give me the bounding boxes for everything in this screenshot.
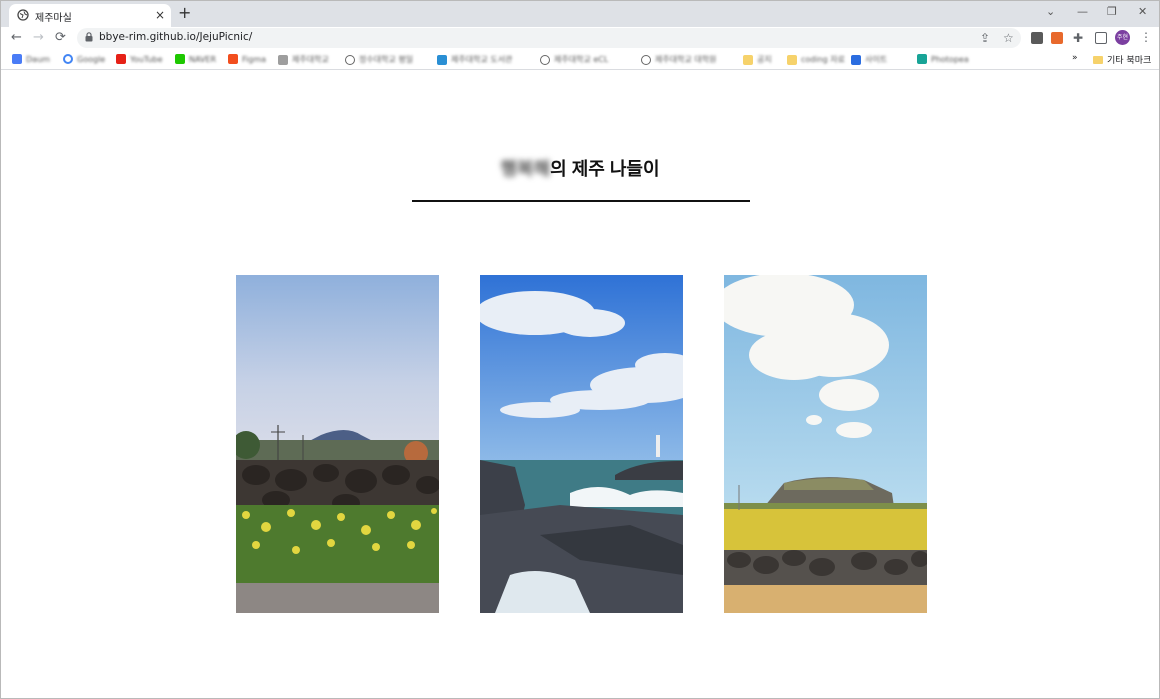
globe-icon (17, 9, 29, 21)
share-icon[interactable]: ⇪ (980, 31, 990, 45)
naver-icon (175, 54, 185, 64)
photo-rapeseed-field[interactable] (236, 275, 439, 613)
bookmark-naver[interactable]: NAVER (175, 54, 216, 64)
tab-close-icon[interactable]: × (155, 7, 165, 23)
reload-icon[interactable]: ⟳ (55, 30, 66, 46)
active-tab[interactable]: 제주마실 × (9, 4, 171, 27)
forward-arrow-icon[interactable]: → (33, 30, 44, 46)
restore-button[interactable]: ❐ (1107, 5, 1117, 19)
bookmark-ecl[interactable]: 제주대학교 eCL (540, 54, 608, 65)
bookmark-google[interactable]: Google (63, 54, 105, 64)
browser-window: 제주마실 × + ⌄ — ❐ ✕ ← → ⟳ bbye-rim.github.i… (0, 0, 1160, 699)
tab-search-icon[interactable]: ⌄ (1046, 5, 1055, 19)
page-content: 행복해의 제주 나들이 (1, 71, 1159, 698)
side-panel-icon[interactable] (1095, 32, 1107, 44)
bookmark-library[interactable]: 제주대학교 도서관 (437, 54, 512, 65)
folder-icon (743, 54, 753, 65)
back-arrow-icon[interactable]: ← (11, 30, 22, 46)
photo-seongsan-field[interactable] (724, 275, 927, 613)
title-underline (412, 200, 750, 202)
google-icon (63, 54, 73, 64)
extension-icon[interactable] (1031, 32, 1043, 44)
puzzle-icon[interactable]: ✚ (1073, 31, 1083, 45)
globe-icon (345, 54, 355, 65)
bookmark-folder-notice[interactable]: 공지 (743, 54, 772, 65)
menu-icon[interactable]: ⋮ (1140, 30, 1152, 44)
k-icon (851, 54, 861, 65)
address-bar[interactable]: bbye-rim.github.io/JejuPicnic/ ⇪ ☆ (77, 28, 1021, 48)
blurred-name: 행복해 (500, 159, 551, 179)
photo-waves-rocks[interactable] (480, 275, 683, 613)
tab-title: 제주마실 (35, 13, 72, 24)
bookmark-k-site[interactable]: 사이트 (851, 54, 887, 65)
more-bookmarks-icon[interactable]: » (1072, 53, 1078, 63)
close-window-button[interactable]: ✕ (1138, 5, 1147, 19)
figma-icon (228, 54, 238, 64)
youtube-icon (116, 54, 126, 64)
globe-icon (540, 54, 550, 65)
avatar[interactable]: 주현 (1115, 30, 1130, 45)
bookmark-photopea[interactable]: Photopea (917, 54, 969, 64)
title-text: 의 제주 나들이 (550, 159, 660, 179)
page-title: 행복해의 제주 나들이 (1, 155, 1159, 181)
page-icon (278, 54, 288, 65)
bookmark-jeju-univ-2[interactable]: 정수대학교 평일 (345, 54, 413, 65)
tab-strip: 제주마실 × + ⌄ — ❐ ✕ (1, 1, 1159, 27)
bookmark-youtube[interactable]: YouTube (116, 54, 163, 64)
folder-icon (1093, 55, 1103, 64)
bookmark-folder-coding[interactable]: coding 자료 (787, 54, 845, 65)
bookmark-daum[interactable]: Daum (12, 54, 50, 64)
folder-icon (787, 54, 797, 65)
bookmark-star-icon[interactable]: ☆ (1003, 31, 1014, 45)
bookmarks-bar: Daum Google YouTube NAVER Figma 제주대학교 정수… (1, 50, 1159, 70)
new-tab-button[interactable]: + (178, 4, 191, 22)
daum-icon (12, 54, 22, 64)
url-text: bbye-rim.github.io/JejuPicnic/ (99, 31, 253, 43)
browser-toolbar: ← → ⟳ bbye-rim.github.io/JejuPicnic/ ⇪ ☆… (1, 27, 1159, 50)
bookmark-figma[interactable]: Figma (228, 54, 266, 64)
bookmark-jeju-univ[interactable]: 제주대학교 (278, 54, 329, 65)
extension-icon[interactable] (1051, 32, 1063, 44)
globe-icon (641, 54, 651, 65)
photopea-icon (917, 54, 927, 64)
lock-icon (85, 32, 93, 42)
library-icon (437, 54, 447, 65)
other-bookmarks-folder[interactable]: 기타 북마크 (1093, 53, 1151, 66)
minimize-button[interactable]: — (1077, 5, 1088, 19)
bookmark-grad[interactable]: 제주대학교 대학원 (641, 54, 716, 65)
